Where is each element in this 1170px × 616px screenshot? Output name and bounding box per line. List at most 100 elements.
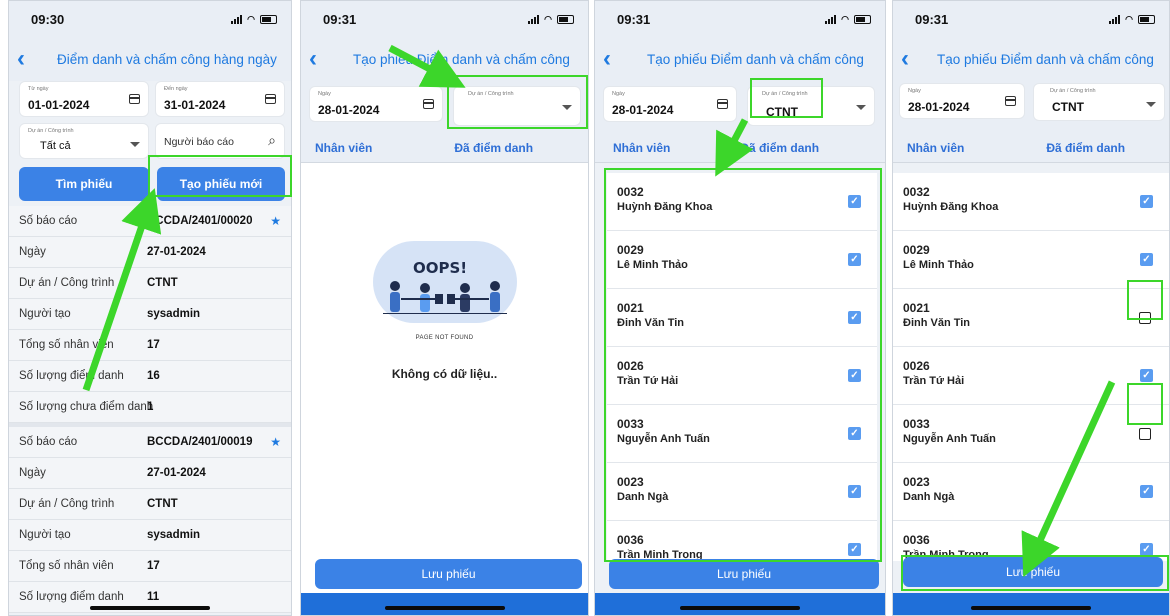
checkbox-checked-icon[interactable]: ✓: [848, 253, 861, 266]
checkbox-checked-icon[interactable]: ✓: [1140, 369, 1153, 382]
save-report-button[interactable]: Lưu phiếu: [315, 559, 582, 589]
date-field[interactable]: Ngày 28-01-2024: [899, 83, 1025, 119]
employee-name: Trần Tứ Hải: [617, 375, 679, 387]
signal-icon: [825, 14, 837, 24]
calendar-icon[interactable]: [1005, 96, 1016, 106]
signal-icon: [231, 14, 243, 24]
employee-name: Danh Ngà: [903, 491, 955, 503]
back-chevron-icon[interactable]: ‹: [309, 47, 331, 71]
report-field-label: Số báo cáo: [19, 436, 78, 448]
project-select[interactable]: Dự án / Công trình: [453, 86, 581, 126]
date-field[interactable]: Ngày 28-01-2024: [603, 86, 737, 122]
calendar-icon[interactable]: [717, 99, 728, 109]
nav-header: ‹ Tạo phiếu Điểm danh và chấm công: [595, 37, 885, 81]
save-report-button[interactable]: Lưu phiếu: [609, 559, 879, 589]
to-date-field[interactable]: Đến ngày 31-01-2024: [155, 81, 285, 117]
checkbox-checked-icon[interactable]: ✓: [848, 427, 861, 440]
battery-icon: [1138, 14, 1155, 24]
checkbox-checked-icon[interactable]: ✓: [848, 195, 861, 208]
project-label: Dự án / Công trình: [1050, 88, 1096, 94]
report-field-label: Số lượng chưa điểm danh: [19, 401, 154, 413]
checkbox-checked-icon[interactable]: ✓: [1140, 253, 1153, 266]
phone-screen-report-list: 09:30 ◠ ‹ Điểm danh và chấm công hàng ng…: [8, 0, 292, 616]
calendar-icon[interactable]: [423, 99, 434, 109]
nav-header: ‹ Tạo phiếu Điểm danh và chấm công: [893, 37, 1169, 81]
report-card[interactable]: Số báo cáo BCCDA/2401/00020 ★ Ngày 27-01-202…: [9, 206, 291, 423]
home-indicator: [90, 606, 210, 610]
calendar-icon[interactable]: [265, 94, 276, 104]
employee-name: Nguyễn Anh Tuấn: [903, 433, 996, 445]
checkbox-checked-icon[interactable]: ✓: [848, 369, 861, 382]
col-attended: Đã điểm danh: [740, 140, 820, 155]
wifi-icon: ◠: [1125, 13, 1133, 24]
search-icon[interactable]: ⌕: [268, 132, 276, 149]
employee-row[interactable]: 0023 Danh Ngà ✓: [893, 463, 1169, 521]
employee-row[interactable]: 0029 Lê Minh Thảo ✓: [607, 231, 877, 289]
reporter-search-field[interactable]: Người báo cáo ⌕: [155, 123, 285, 159]
employee-code: 0036: [903, 533, 930, 547]
employee-row[interactable]: 0032 Huỳnh Đăng Khoa ✓: [893, 173, 1169, 231]
project-select[interactable]: Dự án / Công trình Tất cả: [19, 123, 149, 159]
battery-icon: [854, 14, 871, 24]
report-field-label: Ngày: [19, 467, 46, 479]
home-indicator: [680, 606, 800, 610]
employee-name: Đinh Văn Tin: [903, 317, 971, 329]
report-card[interactable]: Số báo cáo BCCDA/2401/00019 ★ Ngày 27-01-202…: [9, 423, 291, 613]
report-field-value: sysadmin: [147, 529, 201, 541]
employee-name: Đinh Văn Tin: [617, 317, 685, 329]
date-field[interactable]: Ngày 28-01-2024: [309, 86, 443, 122]
save-report-button[interactable]: Lưu phiếu: [903, 557, 1163, 587]
employee-row[interactable]: 0036 Trần Minh Trọng ✓: [607, 521, 877, 561]
employee-row[interactable]: 0026 Trần Tứ Hải ✓: [607, 347, 877, 405]
employee-code: 0032: [903, 185, 930, 199]
checkbox-checked-icon[interactable]: ✓: [848, 485, 861, 498]
employee-row[interactable]: 0032 Huỳnh Đăng Khoa ✓: [607, 173, 877, 231]
employee-row[interactable]: 0029 Lê Minh Thảo ✓: [893, 231, 1169, 289]
chevron-down-icon: [130, 142, 140, 147]
col-attended: Đã điểm danh: [1046, 140, 1126, 155]
back-chevron-icon[interactable]: ‹: [17, 47, 39, 71]
checkbox-checked-icon[interactable]: ✓: [848, 543, 861, 556]
employee-list: 0032 Huỳnh Đăng Khoa ✓ 0029 Lê Minh Thảo ✓ 002…: [893, 173, 1169, 561]
checkbox-unchecked-icon[interactable]: [1139, 312, 1151, 324]
calendar-icon[interactable]: [129, 94, 140, 104]
report-field-value: 17: [147, 339, 160, 351]
employee-row[interactable]: 0021 Đinh Văn Tin: [893, 289, 1169, 347]
status-time: 09:31: [323, 11, 357, 27]
employee-row[interactable]: 0036 Trần Minh Trọng ✓: [893, 521, 1169, 561]
employee-code: 0029: [903, 243, 930, 257]
employee-code: 0036: [617, 533, 644, 547]
create-report-button[interactable]: Tạo phiếu mới: [157, 167, 285, 201]
checkbox-unchecked-icon[interactable]: [1139, 428, 1151, 440]
from-date-label: Từ ngày: [28, 86, 49, 92]
back-chevron-icon[interactable]: ‹: [603, 47, 625, 71]
back-chevron-icon[interactable]: ‹: [901, 47, 923, 71]
project-select[interactable]: Dự án / Công trình CTNT: [747, 86, 875, 126]
star-icon[interactable]: ★: [270, 214, 281, 228]
report-field-value: 27-01-2024: [147, 467, 206, 479]
checkbox-checked-icon[interactable]: ✓: [1140, 485, 1153, 498]
report-field-value: sysadmin: [147, 308, 201, 320]
people-plug-illustration: [383, 281, 507, 314]
from-date-field[interactable]: Từ ngày 01-01-2024: [19, 81, 149, 117]
checkbox-checked-icon[interactable]: ✓: [1140, 195, 1153, 208]
employee-code: 0026: [903, 359, 930, 373]
employee-row[interactable]: 0023 Danh Ngà ✓: [607, 463, 877, 521]
project-select[interactable]: Dự án / Công trình CTNT: [1033, 83, 1165, 121]
star-icon[interactable]: ★: [270, 435, 281, 449]
project-label: Dự án / Công trình: [762, 91, 808, 97]
checkbox-checked-icon[interactable]: ✓: [1140, 543, 1153, 556]
from-date-value: 01-01-2024: [28, 98, 90, 112]
date-value: 28-01-2024: [908, 100, 970, 114]
search-reports-button[interactable]: Tìm phiếu: [19, 167, 149, 201]
employee-row[interactable]: 0021 Đinh Văn Tin ✓: [607, 289, 877, 347]
chevron-down-icon: [1146, 102, 1156, 107]
employee-row[interactable]: 0033 Nguyễn Anh Tuấn: [893, 405, 1169, 463]
nav-header: ‹ Tạo phiếu Điểm danh và chấm công: [301, 37, 588, 81]
status-bar: 09:31 ◠: [595, 1, 885, 37]
to-date-value: 31-01-2024: [164, 98, 226, 112]
wifi-icon: ◠: [247, 13, 255, 24]
employee-row[interactable]: 0026 Trần Tứ Hải ✓: [893, 347, 1169, 405]
employee-row[interactable]: 0033 Nguyễn Anh Tuấn ✓: [607, 405, 877, 463]
checkbox-checked-icon[interactable]: ✓: [848, 311, 861, 324]
